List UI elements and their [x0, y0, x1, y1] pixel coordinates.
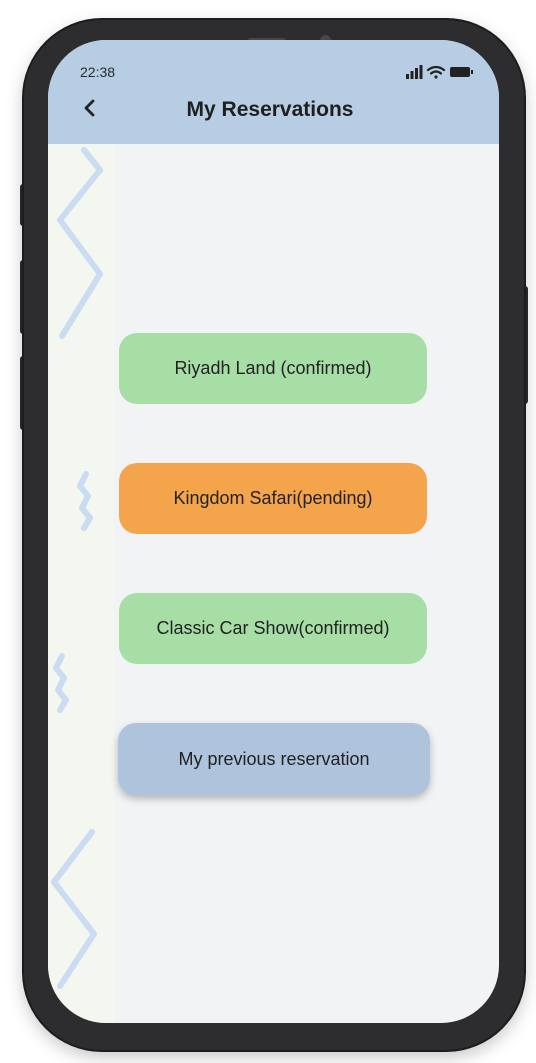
status-time: 22:38	[80, 64, 116, 80]
page-title: My Reservations	[186, 98, 354, 121]
status-icons	[406, 65, 473, 79]
signal-icon	[406, 65, 423, 79]
phone-screen: 22:38 My Reservations Riyadh Land (confi…	[48, 40, 499, 1023]
reservation-label: Classic Car Show(confirmed)	[156, 618, 390, 638]
wifi-icon	[426, 65, 446, 79]
reservation-button-kingdom-safari[interactable]: Kingdom Safari(pending)	[119, 463, 427, 534]
battery-icon	[450, 67, 473, 77]
app-header: 22:38 My Reservations	[48, 40, 499, 144]
previous-reservation-button[interactable]: My previous reservation	[118, 723, 430, 795]
reservation-label: Kingdom Safari(pending)	[173, 488, 373, 508]
reservation-button-riyadh-land[interactable]: Riyadh Land (confirmed)	[119, 333, 427, 404]
previous-reservation-label: My previous reservation	[178, 748, 370, 769]
reservation-label: Riyadh Land (confirmed)	[174, 358, 372, 378]
decorative-zigzag-pattern	[51, 147, 103, 989]
canvas: 22:38 My Reservations Riyadh Land (confi…	[0, 0, 536, 1063]
reservation-button-classic-car-show[interactable]: Classic Car Show(confirmed)	[119, 593, 427, 664]
